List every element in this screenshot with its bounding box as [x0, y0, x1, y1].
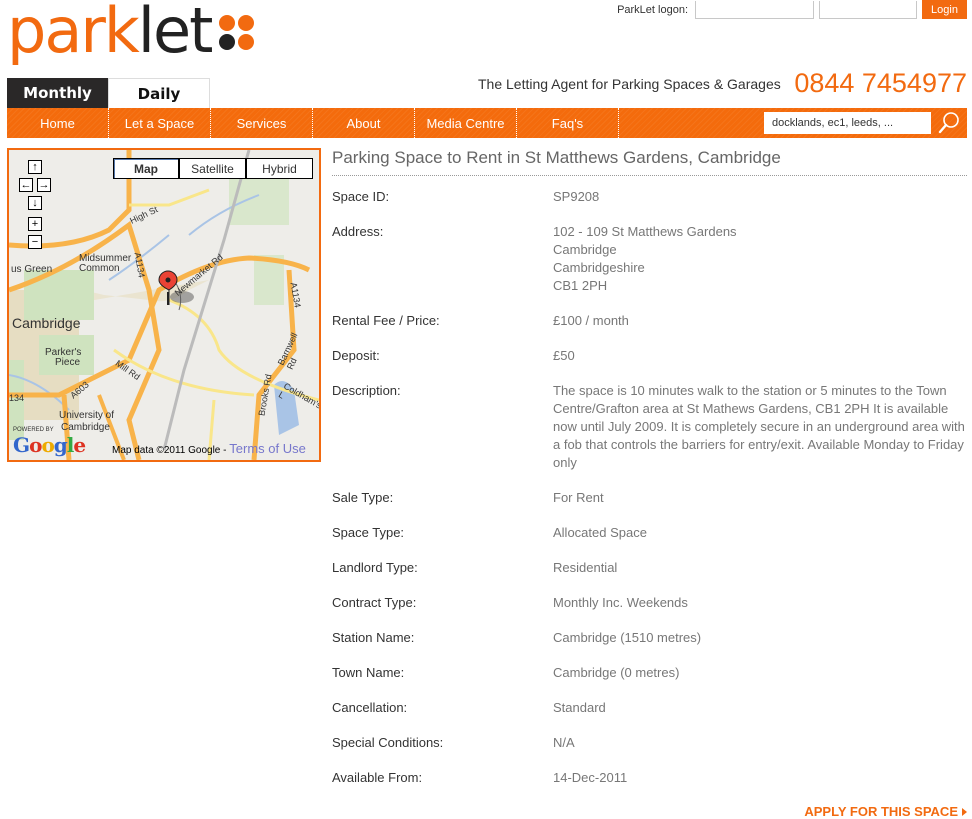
- map-type-satellite-button[interactable]: Satellite: [179, 158, 246, 179]
- field-value: 14-Dec-2011: [553, 770, 628, 785]
- apply-button[interactable]: APPLY FOR THIS SPACE: [804, 804, 967, 819]
- zoom-in-icon[interactable]: +: [28, 217, 42, 231]
- field-value: Standard: [553, 700, 606, 715]
- field-label: Special Conditions:: [332, 735, 444, 750]
- map-label-cambridge: Cambridge: [12, 315, 81, 331]
- username-input[interactable]: [695, 0, 814, 19]
- nav-services[interactable]: Services: [211, 108, 313, 138]
- apply-label: APPLY FOR THIS SPACE: [804, 804, 958, 819]
- nav-let-a-space[interactable]: Let a Space: [109, 108, 211, 138]
- listing-field-row: Landlord Type: Residential: [332, 559, 967, 577]
- listing-field-row: Space Type: Allocated Space: [332, 524, 967, 542]
- field-label: Address:: [332, 224, 384, 239]
- field-label: Rental Fee / Price:: [332, 313, 440, 328]
- map-type-map-button[interactable]: Map: [113, 158, 179, 179]
- field-value: £100 / month: [553, 313, 629, 328]
- field-label: Cancellation:: [332, 700, 408, 715]
- logon-form: ParkLet logon: Login: [617, 0, 967, 19]
- field-label: Contract Type:: [332, 595, 417, 610]
- listing-field-row: Sale Type: For Rent: [332, 489, 967, 507]
- field-value: Allocated Space: [553, 525, 647, 540]
- nav-about[interactable]: About: [313, 108, 415, 138]
- search-input[interactable]: [764, 112, 931, 134]
- main-nav: Home Let a Space Services About Media Ce…: [7, 108, 967, 138]
- field-label: Space Type:: [332, 525, 405, 540]
- listing-title: Parking Space to Rent in St Matthews Gar…: [332, 148, 967, 176]
- nav-faqs[interactable]: Faq's: [517, 108, 619, 138]
- zoom-out-icon[interactable]: −: [28, 235, 42, 249]
- arrow-right-icon: [962, 807, 967, 816]
- field-value: The space is 10 minutes walk to the stat…: [553, 383, 965, 470]
- logo-text-park: park: [7, 0, 140, 67]
- parklet-logo[interactable]: parklet: [7, 0, 255, 62]
- rental-period-tabs: Monthly Daily: [7, 78, 210, 108]
- logo-dots-icon: [219, 15, 255, 50]
- field-value: Residential: [553, 560, 618, 575]
- field-value-line: CB1 2PH: [553, 278, 608, 293]
- listing-field-row: Station Name: Cambridge (1510 metres): [332, 629, 967, 647]
- map-copyright: Map data ©2011 Google -: [112, 445, 230, 456]
- field-value: For Rent: [553, 490, 604, 505]
- field-label: Deposit:: [332, 348, 380, 363]
- field-label: Landlord Type:: [332, 560, 418, 575]
- password-input[interactable]: [819, 0, 917, 19]
- map-attribution: Map data ©2011 Google - Terms of Use: [112, 441, 306, 456]
- map-tiles[interactable]: [9, 150, 319, 460]
- map-label-university: University of: [59, 410, 115, 421]
- location-map[interactable]: Cambridge Midsummer Common us Green Park…: [7, 148, 321, 462]
- field-value: £50: [553, 348, 575, 363]
- pan-left-icon[interactable]: ←: [19, 178, 33, 192]
- tab-monthly[interactable]: Monthly: [7, 78, 108, 108]
- field-value: Cambridge (1510 metres): [553, 630, 702, 645]
- field-value: N/A: [553, 735, 575, 750]
- field-value: Monthly Inc. Weekends: [553, 595, 688, 610]
- field-label: Station Name:: [332, 630, 415, 645]
- tab-daily[interactable]: Daily: [108, 78, 210, 108]
- field-label: Sale Type:: [332, 490, 394, 505]
- terms-of-use-link[interactable]: Terms of Use: [229, 441, 306, 456]
- listing-details: Parking Space to Rent in St Matthews Gar…: [332, 148, 967, 787]
- map-label-green: us Green: [11, 264, 53, 275]
- listing-field-row: Contract Type: Monthly Inc. Weekends: [332, 594, 967, 612]
- listing-field-row: Town Name: Cambridge (0 metres): [332, 664, 967, 682]
- field-value: Cambridge (0 metres): [553, 665, 680, 680]
- google-wordmark: Google: [13, 433, 86, 457]
- listing-field-row: Cancellation: Standard: [332, 699, 967, 717]
- map-label-134: 134: [9, 393, 25, 403]
- listing-field-row: Address: 102 - 109 St Matthews Gardens Cam…: [332, 223, 967, 295]
- login-button[interactable]: Login: [922, 0, 967, 19]
- google-logo[interactable]: POWERED BY Google: [13, 427, 86, 457]
- phone-number: 0844 7454977: [794, 68, 967, 98]
- logo-wordmark: parklet: [7, 0, 213, 62]
- logo-text-let: let: [137, 0, 214, 67]
- field-value-line: Cambridge: [553, 242, 617, 257]
- tagline: The Letting Agent for Parking Spaces & G…: [478, 76, 781, 92]
- field-label: Town Name:: [332, 665, 405, 680]
- logon-label: ParkLet logon:: [617, 3, 688, 16]
- map-type-selector: Map Satellite Hybrid: [113, 158, 313, 179]
- search-icon[interactable]: [937, 111, 961, 135]
- field-label: Description:: [332, 383, 401, 398]
- field-value: 102 - 109 St Matthews Gardens Cambridge Ca…: [553, 223, 967, 295]
- field-label: Available From:: [332, 770, 423, 785]
- field-label: Space ID:: [332, 189, 390, 204]
- field-value-line: Cambridgeshire: [553, 260, 645, 275]
- field-value: SP9208: [553, 189, 600, 204]
- map-label-common: Common: [79, 263, 120, 274]
- listing-field-row: Special Conditions: N/A: [332, 734, 967, 752]
- listing-field-row: Deposit: £50: [332, 347, 967, 365]
- nav-home[interactable]: Home: [7, 108, 109, 138]
- nav-media-centre[interactable]: Media Centre: [415, 108, 517, 138]
- listing-field-row: Space ID: SP9208: [332, 188, 967, 206]
- pan-up-icon[interactable]: ↑: [28, 160, 42, 174]
- pan-right-icon[interactable]: →: [37, 178, 51, 192]
- listing-field-row: Available From: 14-Dec-2011: [332, 769, 967, 787]
- field-value-line: 102 - 109 St Matthews Gardens: [553, 224, 737, 239]
- listing-field-row: Rental Fee / Price: £100 / month: [332, 312, 967, 330]
- listing-field-row: Description: The space is 10 minutes walk…: [332, 382, 967, 472]
- pan-down-icon[interactable]: ↓: [28, 196, 42, 210]
- map-label-piece: Piece: [55, 357, 81, 368]
- map-type-hybrid-button[interactable]: Hybrid: [246, 158, 313, 179]
